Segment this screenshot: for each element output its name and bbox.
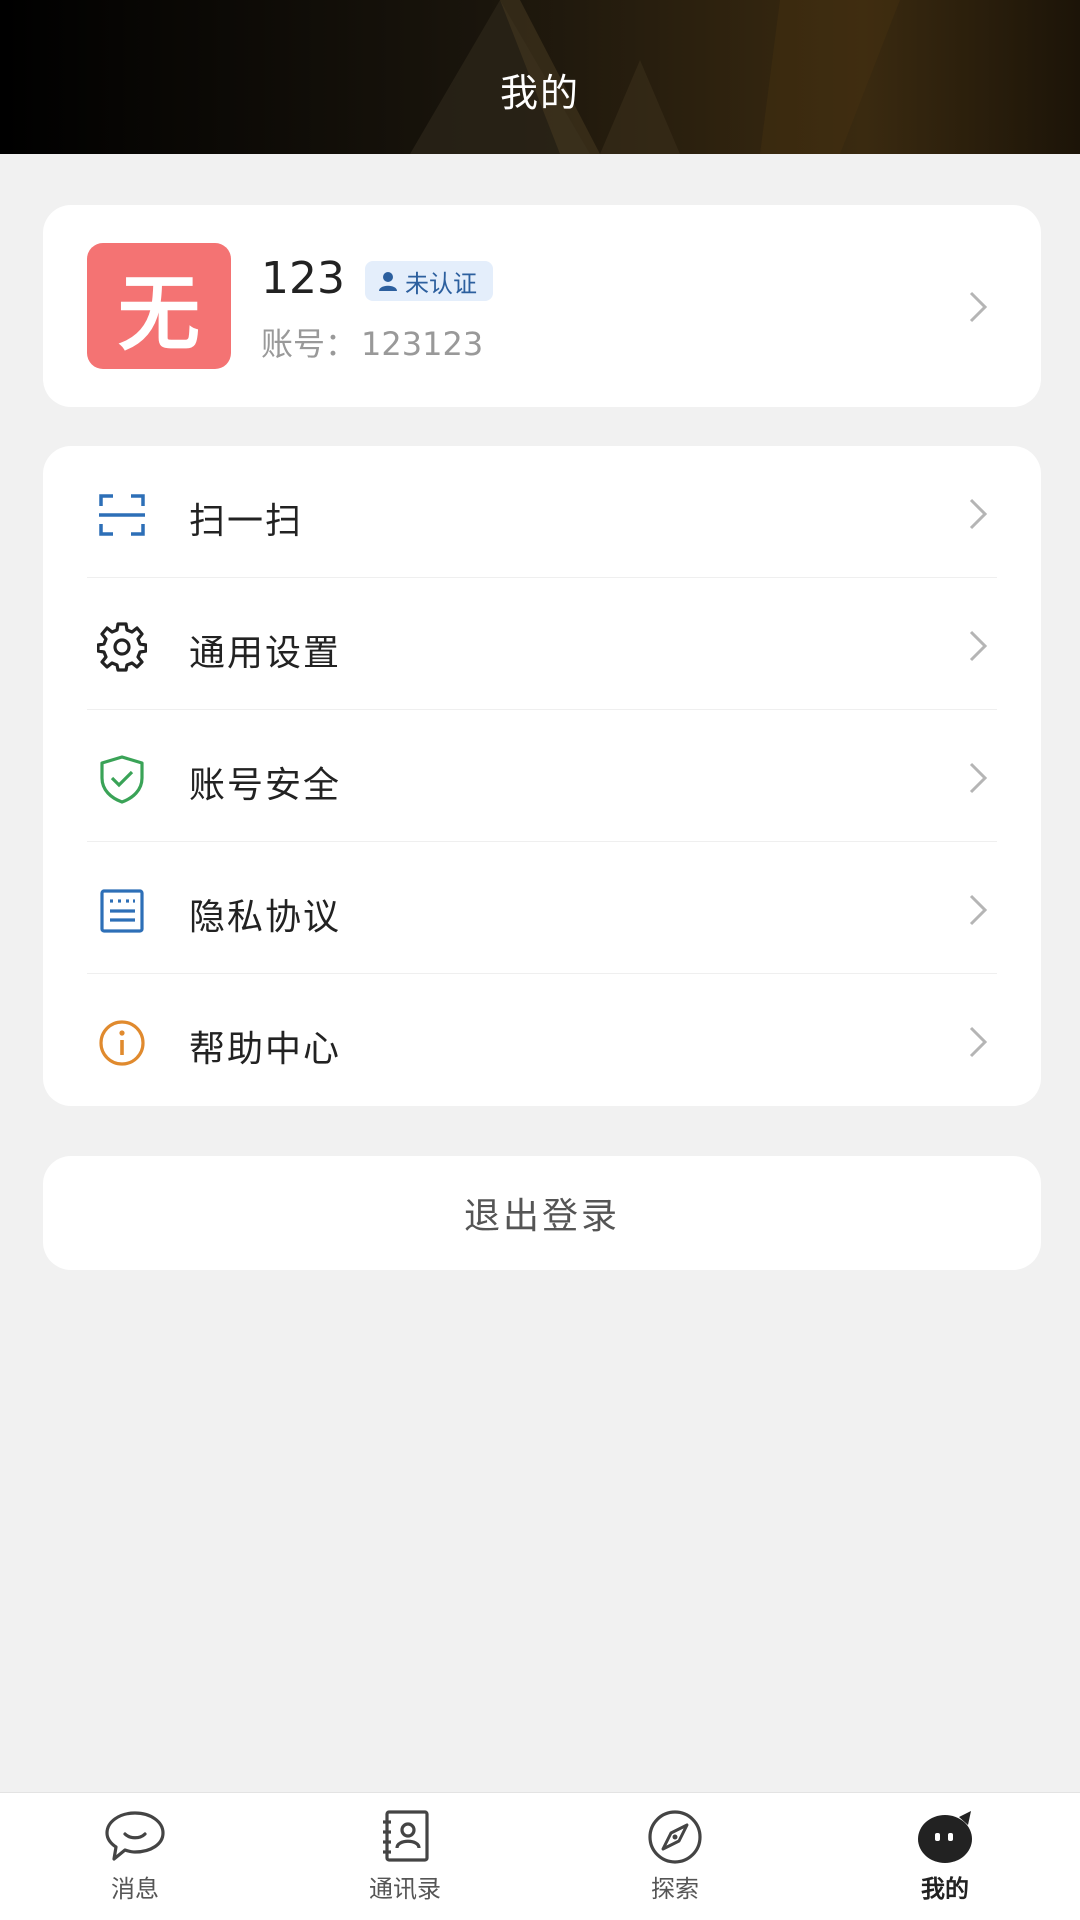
logout-card: 退出登录 [43,1156,1041,1270]
bottom-nav: 消息 通讯录 探索 我的 [0,1792,1080,1920]
chevron-right-icon [969,291,988,323]
shield-check-icon [100,755,144,804]
account-label: 账号： [261,325,358,363]
nav-label: 我的 [921,1875,969,1903]
menu-item-label: 通用设置 [189,633,342,674]
nav-label: 通讯录 [369,1875,441,1903]
my-page: 我的 无 123 未认证 账号： 123123 扫一扫 通用设置 账号安全 隐私… [0,0,1080,1920]
nav-item-contacts[interactable]: 通讯录 [270,1793,540,1920]
profile-name: 123 [261,253,345,304]
profile-card[interactable]: 无 123 未认证 账号： 123123 [43,205,1041,407]
menu-item-help-center[interactable]: 帮助中心 [43,974,1041,1106]
account-value: 123123 [361,325,484,363]
page-title: 我的 [499,71,580,115]
menu-item-label: 隐私协议 [189,897,342,938]
header-bar: 我的 [0,0,1080,154]
contacts-book-icon [383,1810,429,1862]
nav-item-me[interactable]: 我的 [810,1793,1080,1920]
menu-item-account-security[interactable]: 账号安全 [43,710,1041,842]
chevron-right-icon [969,498,988,530]
menu-item-label: 帮助中心 [189,1029,342,1070]
nav-item-explore[interactable]: 探索 [540,1793,810,1920]
menu-item-scan[interactable]: 扫一扫 [43,446,1041,578]
menu-item-privacy-policy[interactable]: 隐私协议 [43,842,1041,974]
nav-label: 消息 [111,1875,159,1903]
menu-item-label: 扫一扫 [189,501,304,542]
verification-badge: 未认证 [365,261,493,301]
nav-item-messages[interactable]: 消息 [0,1793,270,1920]
verification-badge-label: 未认证 [405,269,477,298]
scan-icon [99,494,145,536]
menu-item-label: 账号安全 [189,765,342,806]
info-icon [99,1020,145,1066]
account-line: 账号： 123123 [261,319,483,365]
chevron-right-icon [969,762,988,794]
logout-button[interactable]: 退出登录 [43,1156,1041,1270]
chevron-right-icon [969,630,988,662]
gear-icon [97,622,147,672]
document-icon [100,889,144,933]
compass-icon [648,1810,702,1864]
chevron-right-icon [969,1026,988,1058]
chat-bubble-icon [105,1811,165,1861]
profile-face-icon [918,1811,972,1863]
nav-label: 探索 [651,1875,699,1903]
menu-card: 扫一扫 通用设置 账号安全 隐私协议 帮助中心 [43,446,1041,1106]
person-icon [379,272,397,291]
chevron-right-icon [969,894,988,926]
menu-item-settings[interactable]: 通用设置 [43,578,1041,710]
avatar: 无 [87,243,231,369]
